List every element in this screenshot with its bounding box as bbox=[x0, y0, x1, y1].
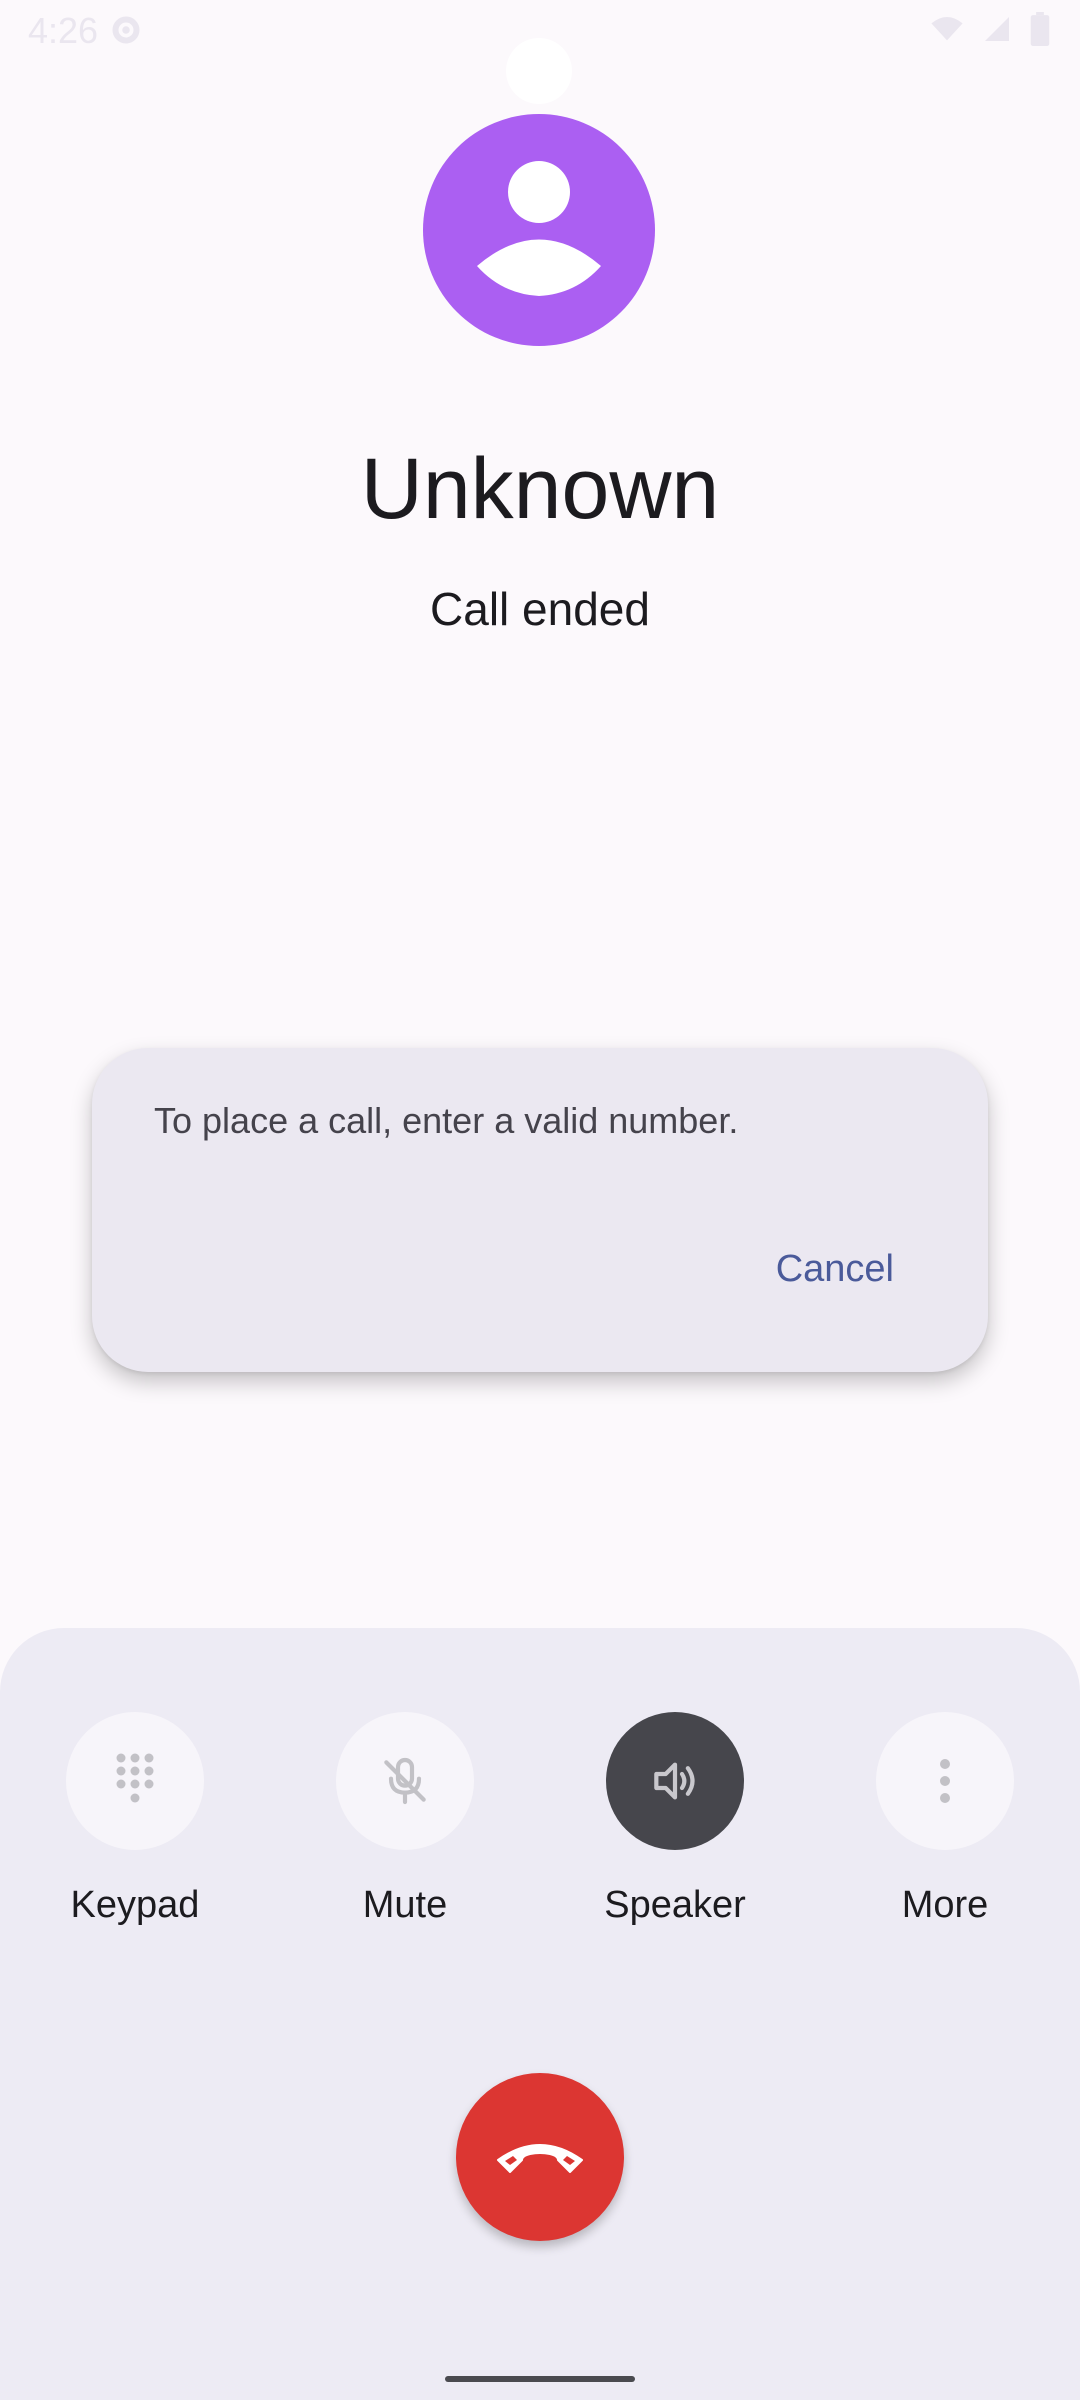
more-label: More bbox=[901, 1884, 989, 1926]
keypad-label: Keypad bbox=[70, 1884, 200, 1926]
more-vert-icon bbox=[940, 1759, 950, 1803]
battery-icon bbox=[1030, 12, 1050, 46]
wifi-icon bbox=[931, 16, 963, 41]
navigation-handle[interactable] bbox=[445, 2376, 635, 2382]
caller-name: Unknown bbox=[360, 441, 720, 537]
cancel-button[interactable]: Cancel bbox=[776, 1248, 894, 1291]
status-time: 4:26 bbox=[28, 10, 99, 51]
hang-up-icon bbox=[497, 2144, 583, 2173]
settings-icon bbox=[112, 16, 140, 44]
mic-off-icon bbox=[384, 1757, 426, 1805]
mute-button[interactable] bbox=[336, 1712, 474, 1850]
call-status: Call ended bbox=[430, 583, 650, 635]
dialog-message: To place a call, enter a valid number. bbox=[154, 1100, 739, 1141]
status-icons bbox=[930, 12, 1050, 46]
more-button[interactable] bbox=[876, 1712, 1014, 1850]
signal-icon bbox=[985, 17, 1009, 41]
person-icon bbox=[477, 161, 601, 296]
caller-avatar bbox=[423, 114, 655, 346]
camera-cutout bbox=[506, 38, 572, 104]
mute-label: Mute bbox=[362, 1884, 448, 1926]
invalid-number-dialog: To place a call, enter a valid number. C… bbox=[92, 1048, 988, 1372]
end-call-button[interactable] bbox=[456, 2073, 624, 2241]
call-screen: 4:26 Unknown Call ended To place a call,… bbox=[0, 0, 1080, 2400]
speaker-label: Speaker bbox=[604, 1884, 746, 1926]
speaker-icon bbox=[654, 1762, 695, 1800]
keypad-button[interactable] bbox=[66, 1712, 204, 1850]
keypad-icon bbox=[116, 1753, 154, 1803]
speaker-button[interactable] bbox=[606, 1712, 744, 1850]
